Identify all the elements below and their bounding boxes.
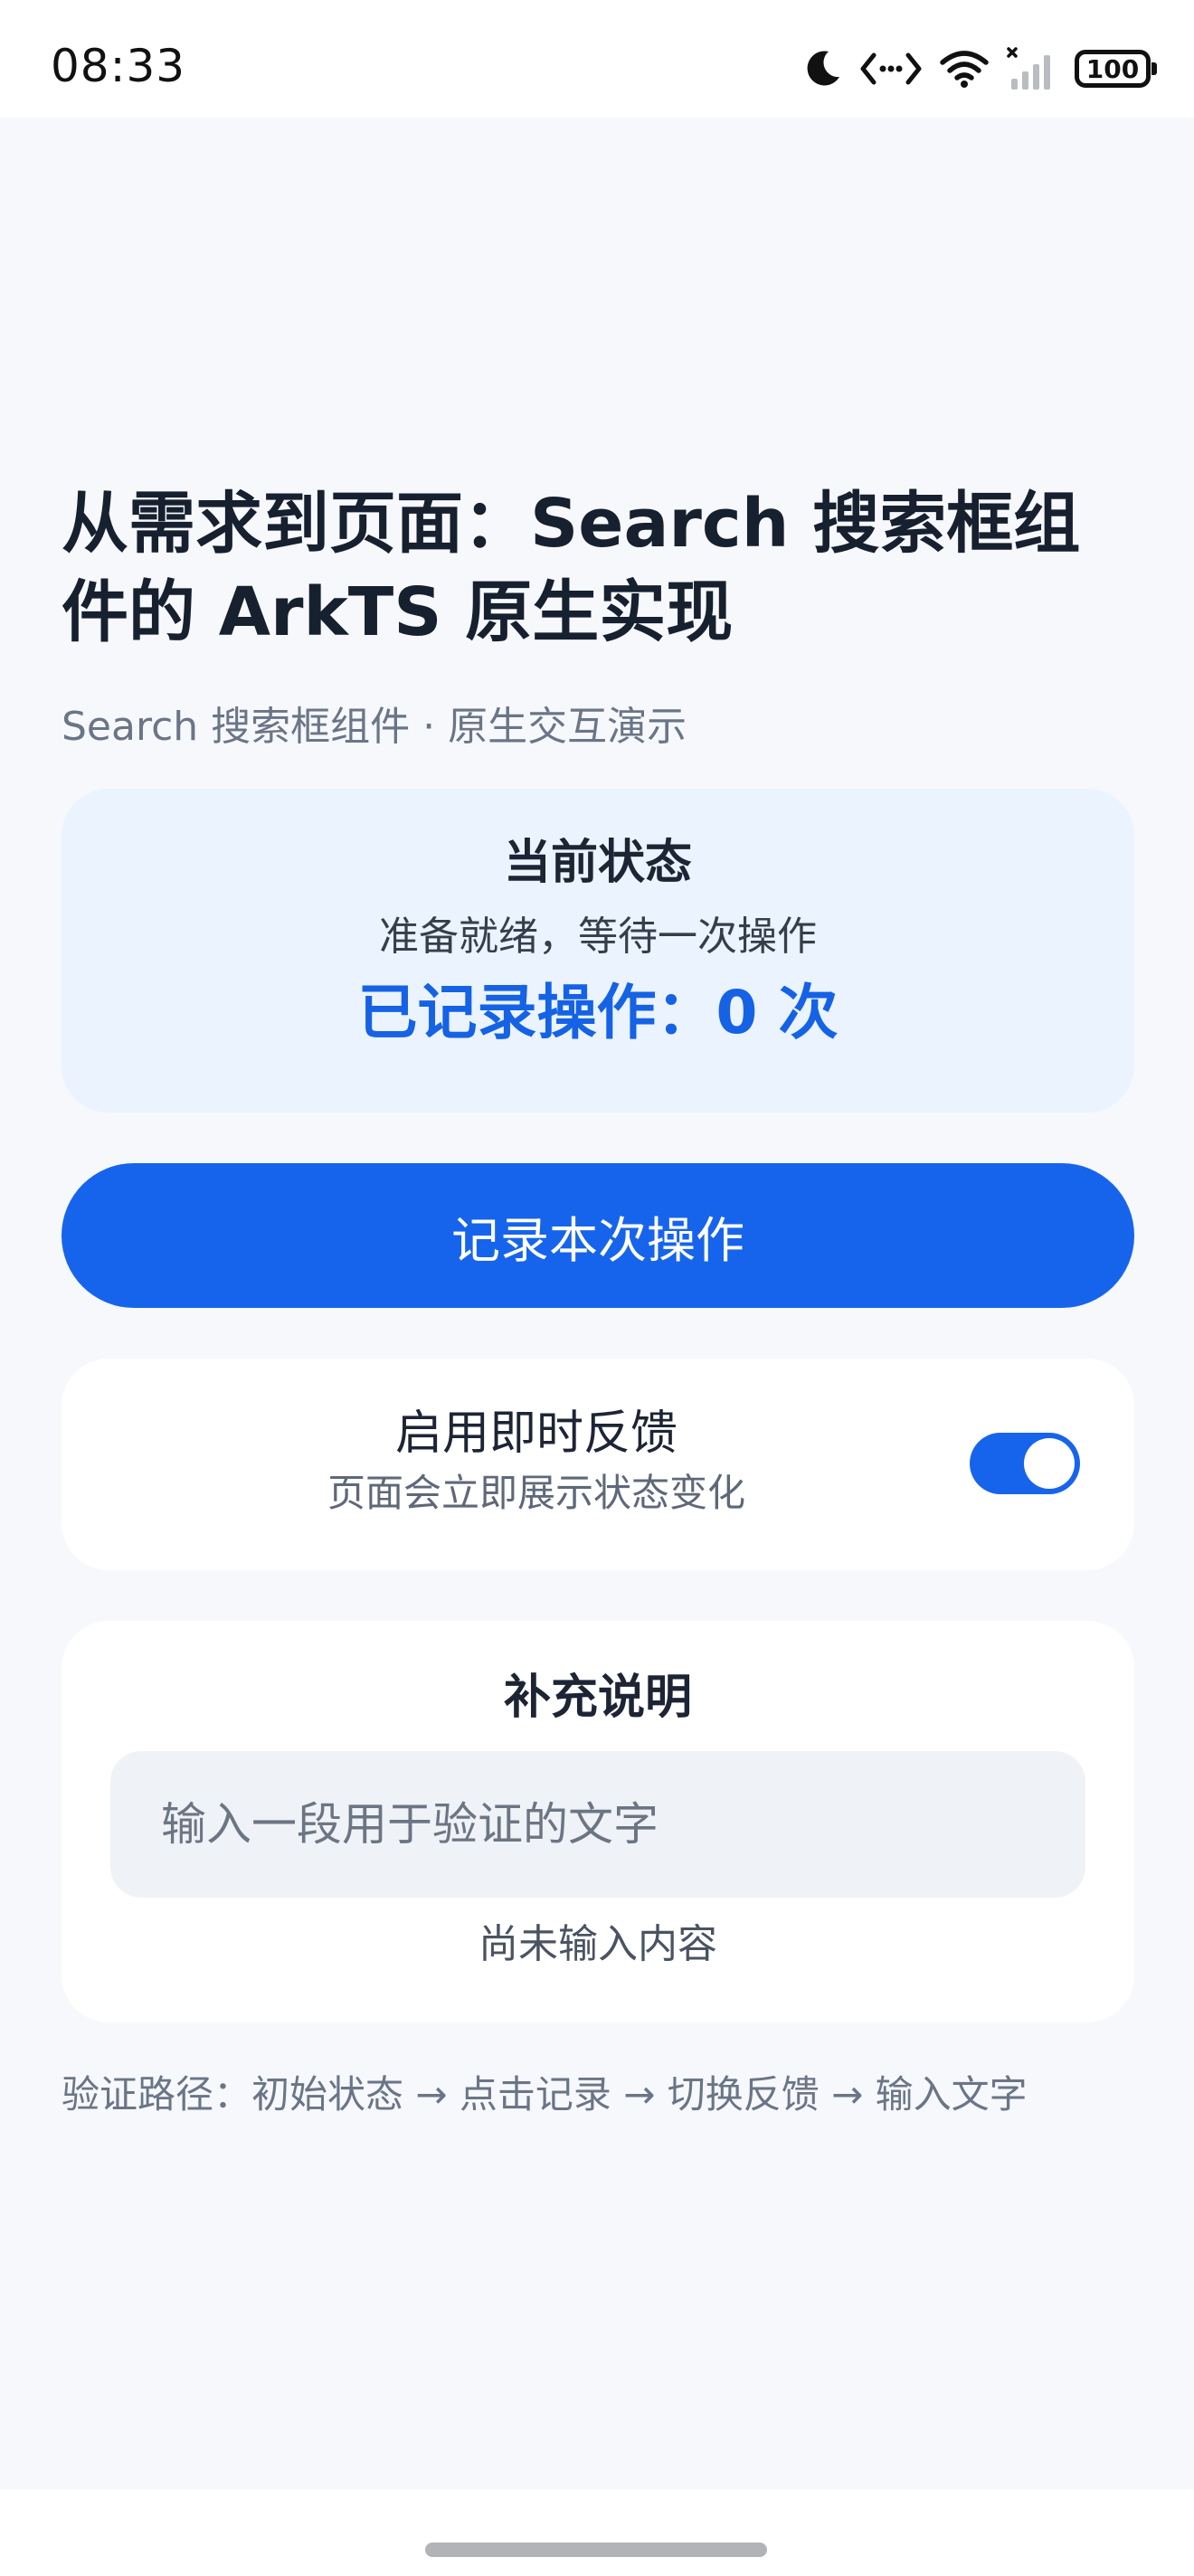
home-indicator[interactable]	[425, 2543, 767, 2557]
status-time: 08:33	[51, 40, 186, 92]
switch-knob	[1024, 1438, 1075, 1489]
instant-feedback-switch[interactable]	[970, 1433, 1080, 1494]
status-card: 当前状态 准备就绪，等待一次操作 已记录操作：0 次	[62, 789, 1134, 1113]
note-hint: 尚未输入内容	[479, 1921, 717, 1967]
signal-icon	[1006, 46, 1058, 91]
battery-icon: 100	[1075, 50, 1157, 88]
bottom-nav-area	[0, 2489, 1194, 2576]
page-title: 从需求到页面：Search 搜索框组件的 ArkTS 原生实现	[62, 485, 1081, 651]
status-icons: 100	[801, 42, 1157, 96]
verify-path: 验证路径：初始状态 → 点击记录 → 切换反馈 → 输入文字	[62, 2072, 1028, 2117]
feedback-toggle-card: 启用即时反馈 页面会立即展示状态变化	[62, 1359, 1134, 1570]
code-arrows-icon	[859, 48, 923, 90]
note-input[interactable]	[110, 1751, 1085, 1898]
wifi-icon	[939, 48, 990, 90]
toggle-description: 页面会立即展示状态变化	[327, 1471, 745, 1515]
note-card: 补充说明 尚未输入内容	[62, 1621, 1134, 2022]
toggle-title: 启用即时反馈	[394, 1406, 678, 1461]
record-operation-button[interactable]: 记录本次操作	[62, 1163, 1134, 1308]
operation-count: 已记录操作：0 次	[357, 978, 839, 1047]
status-card-text: 准备就绪，等待一次操作	[379, 914, 817, 960]
status-card-title: 当前状态	[503, 836, 692, 890]
moon-icon	[801, 48, 843, 90]
note-title: 补充说明	[503, 1671, 692, 1725]
page-subtitle: Search 搜索框组件 · 原生交互演示	[62, 704, 687, 750]
page-content: 从需求到页面：Search 搜索框组件的 ArkTS 原生实现 Search 搜…	[62, 479, 1134, 2120]
toggle-text: 启用即时反馈 页面会立即展示状态变化	[62, 1404, 1011, 1518]
status-bar: 08:33 100	[0, 0, 1194, 118]
